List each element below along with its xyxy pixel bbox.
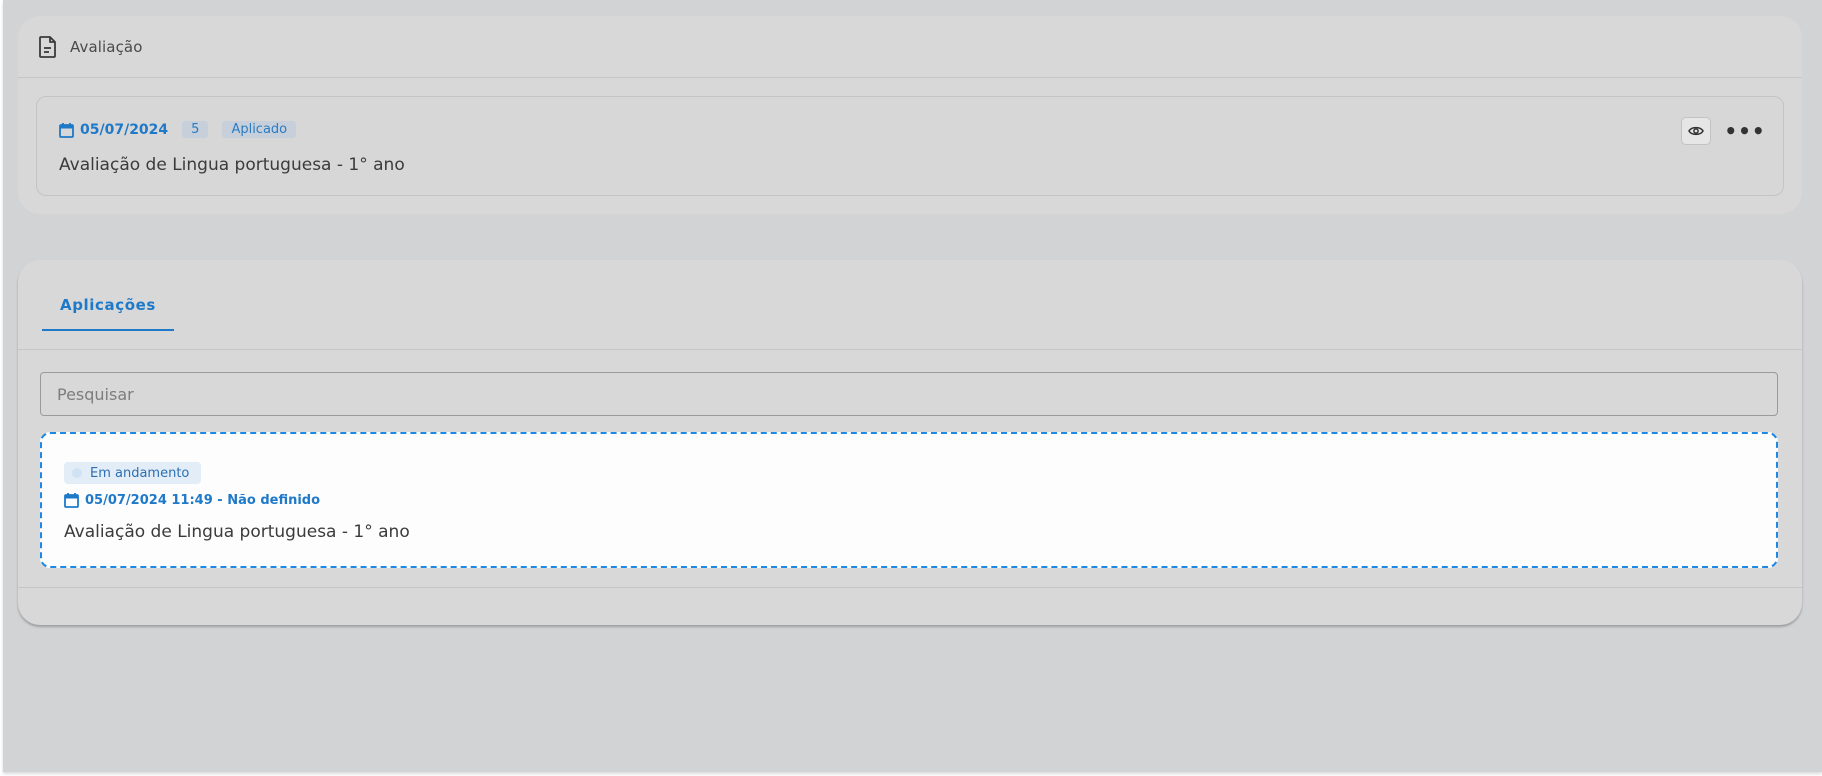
evaluation-date: 05/07/2024 xyxy=(80,121,169,138)
application-meta: 05/07/2024 11:49 - Não definido xyxy=(64,492,320,508)
status-dot-icon xyxy=(72,468,82,478)
application-datetime: 05/07/2024 11:49 - Não definido xyxy=(85,492,321,508)
calendar-icon xyxy=(59,122,74,138)
document-icon xyxy=(38,35,58,59)
applications-card: Aplicações Em andamento 05/07/2024 11: xyxy=(18,260,1802,625)
more-horizontal-icon: ••• xyxy=(1724,119,1766,143)
status-label: Em andamento xyxy=(90,465,190,481)
calendar-icon xyxy=(64,492,79,508)
divider xyxy=(18,587,1802,588)
evaluation-card-title: Avaliação xyxy=(70,37,143,56)
more-options-button[interactable]: ••• xyxy=(1724,117,1764,145)
application-list-item[interactable]: Em andamento 05/07/2024 11:49 - Não defi… xyxy=(40,432,1778,568)
evaluation-meta: 05/07/2024 5 Aplicado xyxy=(59,121,297,138)
application-title: Avaliação de Lingua portuguesa - 1° ano xyxy=(64,522,410,542)
status-badge: Em andamento xyxy=(64,462,202,484)
eye-icon xyxy=(1688,122,1704,141)
evaluation-title: Avaliação de Lingua portuguesa - 1° ano xyxy=(59,155,405,175)
evaluation-card-header: Avaliação xyxy=(18,16,1802,78)
evaluation-item[interactable]: 05/07/2024 5 Aplicado Avaliação de Lingu… xyxy=(36,96,1784,196)
view-button[interactable] xyxy=(1681,117,1711,145)
evaluation-card: Avaliação 05/07/2024 5 Aplicado Avaliaçã… xyxy=(18,16,1802,214)
app-viewport: Avaliação 05/07/2024 5 Aplicado Avaliaçã… xyxy=(3,0,1822,772)
question-count-badge: 5 xyxy=(182,121,209,138)
search-input[interactable] xyxy=(40,372,1778,416)
status-badge: Aplicado xyxy=(222,121,297,138)
tabs-bar: Aplicações xyxy=(18,260,1802,350)
tab-aplicacoes[interactable]: Aplicações xyxy=(42,260,174,350)
active-tab-indicator xyxy=(42,329,174,331)
